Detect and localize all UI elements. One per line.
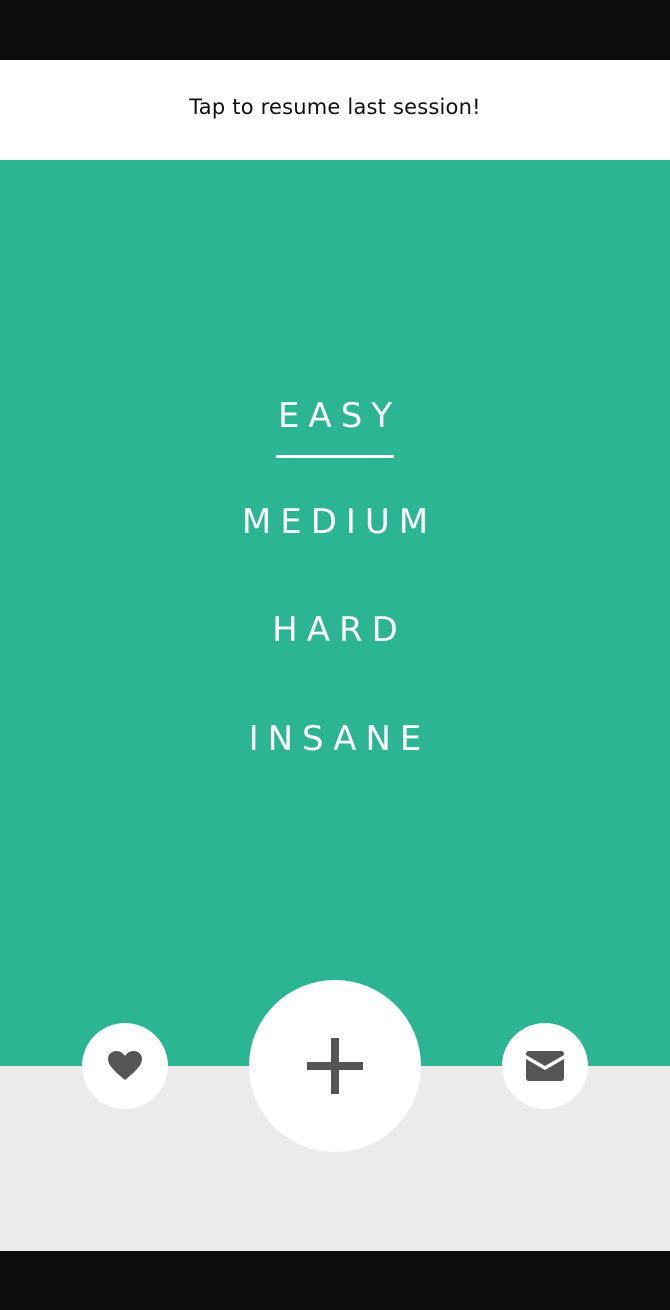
plus-icon [307,1038,363,1094]
navigation-bar [0,1251,670,1310]
resume-session-banner[interactable]: Tap to resume last session! [0,60,670,160]
difficulty-option-hard[interactable]: HARD [0,610,670,650]
difficulty-option-medium[interactable]: MEDIUM [0,502,670,542]
status-bar [0,0,670,60]
heart-icon [108,1051,142,1080]
selected-difficulty-underline [276,455,394,458]
difficulty-option-insane[interactable]: INSANE [0,719,670,759]
add-button[interactable] [249,980,421,1152]
difficulty-label-medium: MEDIUM [241,502,438,542]
resume-session-text: Tap to resume last session! [189,95,481,119]
mail-button[interactable] [502,1023,588,1109]
favorite-button[interactable] [82,1023,168,1109]
envelope-icon [526,1051,564,1081]
difficulty-panel: EASY MEDIUM HARD INSANE [0,160,670,1066]
difficulty-label-hard: HARD [272,610,407,650]
difficulty-label-easy: EASY [277,396,402,436]
difficulty-option-easy[interactable]: EASY [0,396,670,436]
difficulty-label-insane: INSANE [248,719,431,759]
